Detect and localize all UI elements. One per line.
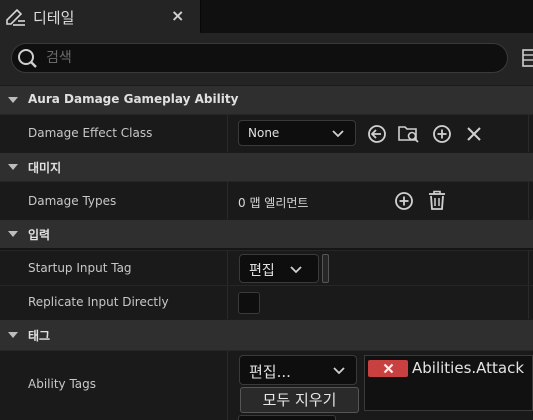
search-input[interactable] [46,47,486,69]
chevron-down-icon [332,130,344,138]
ability-tags-list: Abilities.Attack [364,355,533,411]
use-selected-asset-icon[interactable] [367,124,387,144]
view-options-icon[interactable] [522,49,533,67]
remove-tag-button[interactable] [368,360,408,377]
pencil-list-icon [6,8,25,26]
add-element-icon[interactable] [394,191,414,211]
column-divider [227,182,228,219]
combo-value: 편집 [249,263,275,279]
browse-asset-icon[interactable] [398,123,420,144]
property-label: Startup Input Tag [28,261,132,275]
property-label: Ability Tags [28,377,97,391]
section-input[interactable]: 입력 [0,219,533,248]
column-divider [227,115,228,152]
clear-icon[interactable] [466,126,482,142]
property-label: Replicate Input Directly [28,295,169,309]
section-tags[interactable]: 태그 [0,319,533,350]
section-title: 입력 [28,228,51,242]
chevron-down-icon [290,266,302,274]
search-bar [0,33,533,85]
collapse-chevron-icon [8,164,18,170]
tab-bar: 디테일 × [0,0,533,33]
right-divider [528,286,529,319]
row-damage-types: Damage Types 0 맵 엘리먼트 [0,181,533,219]
replicate-input-checkbox[interactable] [238,292,260,314]
row-damage-effect-class: Damage Effect Class None [0,114,533,152]
row-replicate-input-directly: Replicate Input Directly [0,285,533,319]
next-field-edge [238,415,336,420]
collapse-chevron-icon [8,332,18,338]
close-tab-button[interactable]: × [171,6,184,25]
section-aura-damage-gameplay-ability[interactable]: Aura Damage Gameplay Ability [0,85,533,114]
search-field[interactable] [11,43,508,73]
row-startup-input-tag: Startup Input Tag 편집 [0,250,533,285]
damage-effect-class-combo[interactable]: None [238,120,356,146]
startup-input-tag-edit-combo[interactable]: 편집 [239,254,319,283]
map-element-count: 0 맵 엘리먼트 [238,196,309,210]
property-label: Damage Types [28,194,117,208]
combo-value: 편집... [249,363,291,381]
tab-title: 디테일 [33,9,75,27]
tag-container-expander[interactable] [322,254,329,283]
clear-all-tags-button[interactable]: 모두 지우기 [240,387,359,413]
add-icon[interactable] [432,124,452,144]
column-divider [227,251,228,285]
close-icon [383,363,394,374]
right-divider [528,115,529,152]
property-label: Damage Effect Class [28,126,153,140]
right-divider [528,251,529,285]
right-divider [528,182,529,219]
section-title: 태그 [28,329,51,343]
combo-value: None [248,126,280,140]
search-icon [18,49,37,68]
column-divider [227,351,228,420]
section-title: Aura Damage Gameplay Ability [28,92,239,106]
section-title: 대미지 [28,161,62,175]
tag-label: Abilities.Attack [412,359,525,377]
collapse-chevron-icon [8,231,18,237]
ability-tags-edit-combo[interactable]: 편집... [239,355,357,385]
section-damage[interactable]: 대미지 [0,152,533,181]
details-tab[interactable]: 디테일 × [0,0,201,33]
chevron-down-icon [333,367,345,375]
column-divider [227,286,228,319]
collapse-chevron-icon [8,97,18,103]
trash-icon[interactable] [428,190,446,211]
